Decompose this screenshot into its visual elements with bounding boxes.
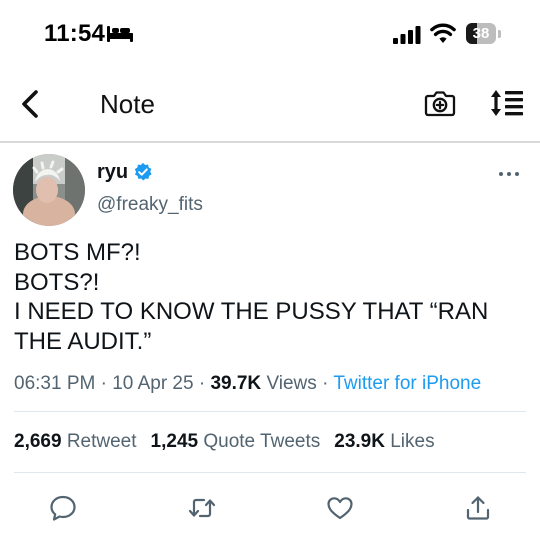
likes-label: Likes bbox=[390, 431, 435, 452]
tweet-text-line: I NEED TO KNOW THE PUSSY THAT “RAN bbox=[14, 298, 489, 325]
add-photo-button[interactable] bbox=[424, 87, 456, 119]
reply-button[interactable] bbox=[49, 494, 77, 522]
tweet-stats: 2,669 Retweet 1,245 Quote Tweets 23.9K Lik… bbox=[14, 431, 435, 453]
tweet-text-line: THE AUDIT.” bbox=[14, 327, 152, 355]
username[interactable]: @freaky_fits bbox=[97, 194, 203, 216]
profile-photo-icon bbox=[13, 154, 85, 226]
retweets-count: 2,669 bbox=[14, 431, 62, 452]
wifi-icon bbox=[430, 23, 456, 43]
retweet-button[interactable] bbox=[188, 494, 216, 522]
retweets-label: Retweet bbox=[66, 431, 137, 452]
divider bbox=[14, 411, 526, 412]
verified-badge-icon bbox=[134, 162, 152, 181]
tweet-text-line: BOTS?! bbox=[14, 268, 100, 296]
like-icon bbox=[327, 497, 353, 520]
tweet-meta: 06:31 PM · 10 Apr 25 · 39.7K Views · Twi… bbox=[14, 373, 481, 395]
retweet-icon bbox=[188, 498, 216, 518]
tweet-time: 06:31 PM bbox=[14, 373, 96, 394]
like-button[interactable] bbox=[326, 494, 354, 522]
quotes-count: 1,245 bbox=[150, 431, 199, 452]
more-options-icon[interactable] bbox=[496, 166, 522, 182]
quote-tweets-stat[interactable]: 1,245 Quote Tweets bbox=[151, 431, 321, 452]
views-label: Views bbox=[266, 373, 317, 394]
nav-divider bbox=[0, 141, 540, 143]
divider bbox=[14, 472, 526, 473]
share-icon bbox=[466, 496, 490, 520]
page-title: Note bbox=[100, 89, 155, 119]
tweet-date: 10 Apr 25 bbox=[112, 373, 194, 394]
share-button[interactable] bbox=[464, 494, 492, 522]
battery-indicator: 38 bbox=[466, 23, 502, 45]
display-name[interactable]: ryu bbox=[97, 161, 128, 184]
tweet-source-link[interactable]: Twitter for iPhone bbox=[333, 373, 481, 394]
battery-level: 38 bbox=[472, 25, 490, 42]
meta-separator: · bbox=[322, 373, 329, 394]
cellular-signal-icon bbox=[393, 26, 421, 44]
reply-icon bbox=[50, 495, 76, 521]
back-button[interactable] bbox=[14, 86, 50, 122]
back-chevron-icon bbox=[22, 90, 38, 118]
avatar[interactable] bbox=[13, 154, 85, 226]
tweet-text-line: BOTS MF?! bbox=[14, 239, 141, 266]
meta-separator: · bbox=[100, 373, 107, 394]
camera-plus-icon bbox=[424, 91, 456, 117]
meta-separator: · bbox=[198, 373, 206, 394]
likes-count: 23.9K bbox=[334, 431, 385, 452]
likes-stat[interactable]: 23.9K Likes bbox=[334, 431, 434, 452]
tweet-text: BOTS MF?! BOTS?! I NEED TO KNOW THE PUSS… bbox=[14, 238, 529, 356]
battery-nub bbox=[498, 30, 501, 38]
text-format-icon bbox=[491, 90, 523, 116]
views-count: 39.7K bbox=[210, 373, 262, 394]
quotes-label: Quote Tweets bbox=[203, 431, 321, 452]
retweets-stat[interactable]: 2,669 Retweet bbox=[14, 431, 137, 452]
text-format-button[interactable] bbox=[490, 88, 524, 118]
status-time: 11:54 bbox=[44, 20, 106, 47]
bed-icon bbox=[107, 26, 133, 42]
